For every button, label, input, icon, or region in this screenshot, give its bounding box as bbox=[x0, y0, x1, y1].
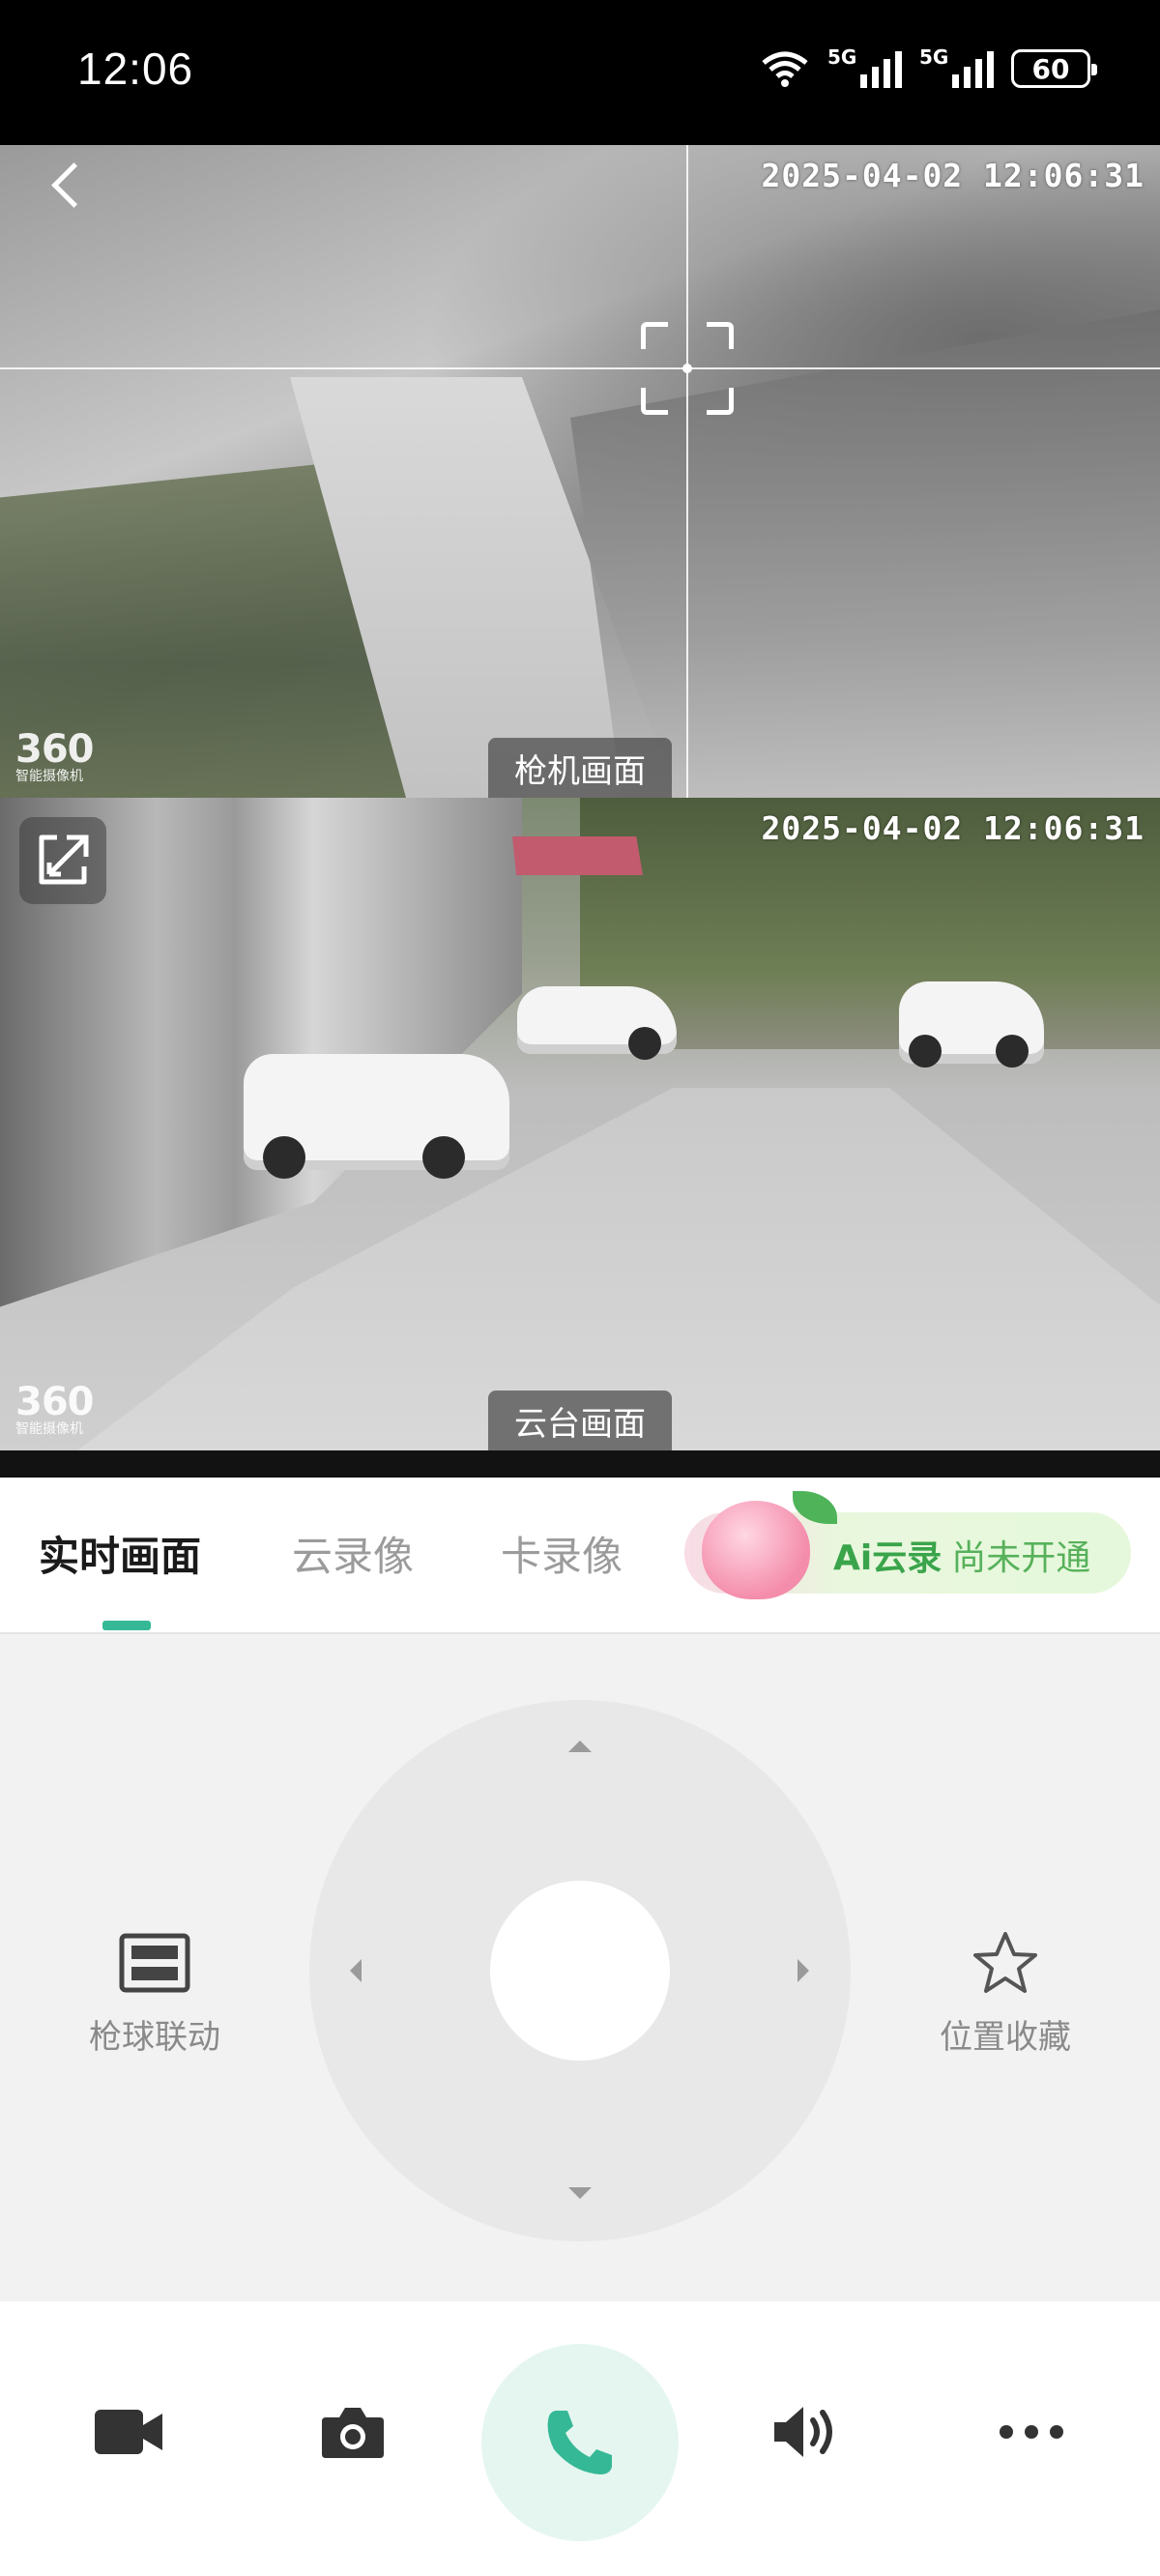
active-tab-indicator bbox=[102, 1621, 151, 1630]
video-record-icon bbox=[95, 2410, 162, 2454]
record-button[interactable] bbox=[85, 2388, 172, 2475]
tab-card-recording[interactable]: 卡录像 bbox=[501, 1524, 623, 1583]
ptz-control-area: 枪球联动 位置收藏 bbox=[0, 1634, 1160, 2301]
battery-indicator: 60 bbox=[1011, 49, 1097, 88]
more-button[interactable] bbox=[988, 2388, 1075, 2475]
signal-2-icon: 5G bbox=[919, 45, 994, 88]
pan-down-icon[interactable] bbox=[568, 2187, 592, 2199]
status-icons: 5G 5G 60 bbox=[760, 44, 1097, 93]
joystick-knob[interactable] bbox=[490, 1881, 670, 2061]
favorite-position-button[interactable]: 位置收藏 bbox=[909, 1929, 1102, 2058]
favorite-position-label: 位置收藏 bbox=[940, 2018, 1071, 2057]
speaker-icon bbox=[774, 2407, 832, 2457]
tab-live[interactable]: 实时画面 bbox=[39, 1524, 201, 1583]
brand-watermark: 360 智能摄像机 bbox=[15, 1380, 94, 1437]
call-button[interactable] bbox=[481, 2344, 679, 2541]
tab-cloud-recording[interactable]: 云录像 bbox=[292, 1524, 414, 1583]
ai-banner-status: 尚未开通 bbox=[951, 1538, 1091, 1578]
bullet-camera-view[interactable]: 2025-04-02 12:06:31 360 智能摄像机 枪机画面 bbox=[0, 145, 1160, 798]
video-timestamp: 2025-04-02 12:06:31 bbox=[761, 157, 1145, 194]
signal-1-label: 5G bbox=[827, 45, 857, 69]
peach-icon bbox=[702, 1501, 810, 1599]
ai-banner-title: Ai云录 bbox=[833, 1538, 942, 1578]
pan-right-icon[interactable] bbox=[798, 1959, 809, 1982]
audio-button[interactable] bbox=[762, 2388, 849, 2475]
more-icon bbox=[1000, 2425, 1063, 2439]
view-tabs: 实时画面 云录像 卡录像 Ai云录 尚未开通 bbox=[0, 1478, 1160, 1634]
snapshot-button[interactable] bbox=[309, 2388, 396, 2475]
brand-watermark: 360 智能摄像机 bbox=[15, 727, 94, 784]
bullet-camera-label: 枪机画面 bbox=[488, 738, 672, 798]
status-bar: 12:06 5G 5G 60 bbox=[0, 0, 1160, 145]
crosshair-vertical bbox=[686, 145, 688, 798]
video-timestamp: 2025-04-02 12:06:31 bbox=[761, 809, 1145, 847]
star-icon bbox=[909, 1929, 1102, 1997]
signal-2-label: 5G bbox=[919, 45, 949, 69]
ptz-camera-view[interactable]: 2025-04-02 12:06:31 360 智能摄像机 云台画面 bbox=[0, 798, 1160, 1450]
camera-icon bbox=[322, 2408, 384, 2458]
ptz-joystick[interactable] bbox=[309, 1700, 851, 2241]
linkage-icon bbox=[58, 1929, 251, 1997]
status-time: 12:06 bbox=[77, 44, 194, 94]
back-icon[interactable] bbox=[48, 155, 87, 213]
wifi-icon bbox=[762, 51, 808, 87]
linkage-button[interactable]: 枪球联动 bbox=[58, 1929, 251, 2058]
phone-icon bbox=[547, 2411, 612, 2474]
focus-target-icon[interactable] bbox=[641, 322, 734, 415]
bottom-toolbar bbox=[0, 2301, 1160, 2576]
leaf-icon bbox=[793, 1491, 837, 1524]
expand-icon[interactable] bbox=[19, 817, 106, 904]
signal-1-icon: 5G bbox=[827, 45, 902, 88]
pan-left-icon[interactable] bbox=[350, 1959, 362, 1982]
ai-banner-text: Ai云录 尚未开通 bbox=[833, 1530, 1090, 1580]
ai-cloud-banner[interactable]: Ai云录 尚未开通 bbox=[684, 1491, 1131, 1599]
ptz-camera-label: 云台画面 bbox=[488, 1390, 672, 1450]
pan-up-icon[interactable] bbox=[568, 1741, 592, 1752]
crosshair-horizontal bbox=[0, 367, 1160, 369]
linkage-label: 枪球联动 bbox=[89, 2018, 220, 2057]
